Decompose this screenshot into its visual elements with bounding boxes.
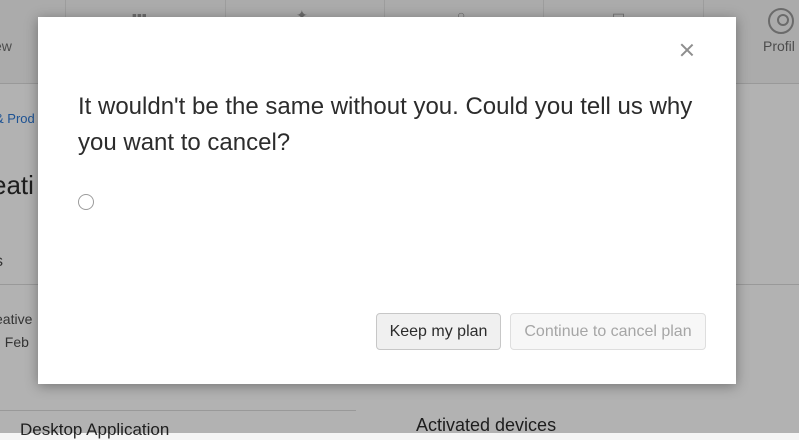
close-icon[interactable]: [678, 41, 696, 59]
dialog-title: It wouldn't be the same without you. Cou…: [78, 93, 693, 156]
cancel-plan-dialog: It wouldn't be the same without you. Cou…: [38, 17, 736, 384]
continue-cancel-button[interactable]: Continue to cancel plan: [510, 313, 706, 350]
reason-radio[interactable]: [78, 194, 94, 210]
keep-plan-button[interactable]: Keep my plan: [376, 313, 501, 350]
